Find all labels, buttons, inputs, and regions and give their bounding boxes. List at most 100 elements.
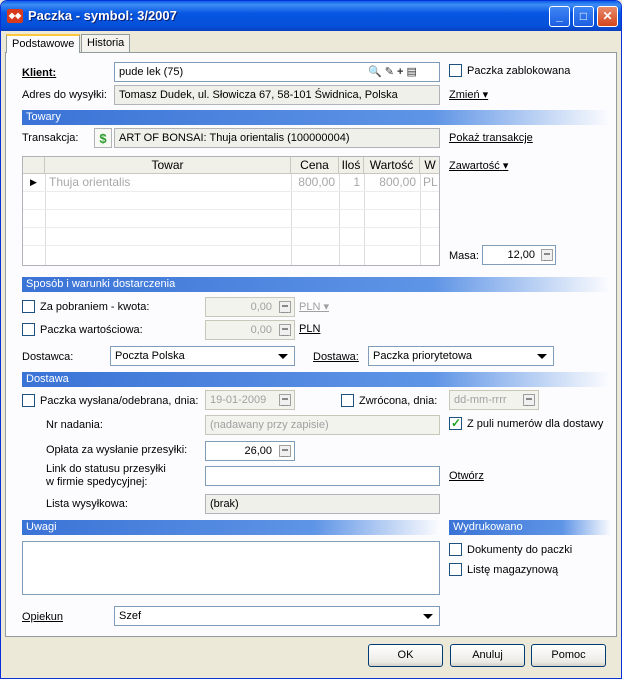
wartosciowa-currency-link[interactable]: PLN: [299, 323, 320, 335]
dostawa-label: Dostawa:: [313, 351, 359, 363]
table-cell-ilosc[interactable]: 1: [339, 174, 360, 191]
col-wartosc[interactable]: Wartość: [364, 157, 420, 174]
lista-wysylkowa-field: (brak): [205, 494, 440, 514]
pobranie-currency: PLN ▾: [299, 300, 329, 313]
chevron-down-icon: [537, 354, 547, 359]
lista-magazynowa-checkbox[interactable]: [449, 563, 462, 576]
row-indicator-header: [23, 157, 45, 174]
chevron-down-icon: ▾: [482, 89, 489, 101]
ok-button[interactable]: OK: [368, 644, 443, 667]
transakcja-value: ART OF BONSAI: Thuja orientalis (1000000…: [119, 132, 350, 144]
klient-label: Klient:: [22, 67, 57, 79]
zwrocona-label: Zwrócona, dnia:: [359, 395, 438, 407]
tab-podstawowe[interactable]: Podstawowe: [6, 34, 81, 53]
calculator-icon: [279, 324, 291, 336]
wyslana-label: Paczka wysłana/odebrana, dnia:: [40, 395, 199, 407]
transakcja-label: Transakcja:: [22, 132, 79, 144]
chevron-down-icon: [278, 354, 288, 359]
zawartosc-link[interactable]: Zawartość ▾: [449, 159, 508, 172]
title-bar[interactable]: ◆◆ Paczka - symbol: 3/2007 _ □ ✕: [1, 1, 621, 31]
otworz-link[interactable]: Otwórz: [449, 470, 484, 482]
dostawa-value: Paczka priorytetowa: [373, 350, 473, 362]
chevron-down-icon: ▾: [502, 160, 509, 172]
pomoc-button[interactable]: Pomoc: [531, 644, 606, 667]
dostawa-select[interactable]: Paczka priorytetowa: [368, 346, 554, 366]
towary-grid[interactable]: Towar Cena Iloś Wartość W ▶ Thuja orient…: [22, 156, 440, 266]
maximize-button[interactable]: □: [573, 6, 594, 27]
adres-value: Tomasz Dudek, ul. Słowicza 67, 58-101 Św…: [119, 89, 398, 101]
tab-historia[interactable]: Historia: [81, 34, 131, 52]
wartosciowa-label: Paczka wartościowa:: [40, 324, 143, 336]
masa-value: 12,00: [507, 249, 535, 261]
wydrukowano-section-header: Wydrukowano: [449, 520, 611, 535]
dokumenty-label: Dokumenty do paczki: [467, 544, 573, 556]
adres-label: Adres do wysyłki:: [22, 89, 107, 101]
oplata-label: Opłata za wysłanie przesyłki:: [46, 444, 188, 456]
uwagi-textarea[interactable]: [22, 541, 440, 595]
table-cell-w[interactable]: PL: [423, 174, 438, 191]
link-status-field[interactable]: [205, 466, 440, 486]
dostawca-value: Poczta Polska: [115, 350, 185, 362]
lista-wysylkowa-value: (brak): [210, 498, 239, 510]
minimize-button[interactable]: _: [549, 6, 570, 27]
add-icon[interactable]: +: [397, 66, 403, 78]
calculator-icon[interactable]: [279, 445, 291, 457]
zawartosc-link-label: Zawartość: [449, 160, 500, 172]
lista-magazynowa-label: Listę magazynową: [467, 564, 559, 576]
app-logo-icon: ◆◆: [7, 9, 23, 23]
col-w[interactable]: W: [420, 157, 439, 174]
nr-nadania-label: Nr nadania:: [46, 419, 103, 431]
lista-wysylkowa-label: Lista wysyłkowa:: [46, 498, 128, 510]
wyslana-date: 19-01-2009: [210, 394, 267, 406]
z-puli-label: Z puli numerów dla dostawy: [467, 418, 604, 430]
adres-field: Tomasz Dudek, ul. Słowicza 67, 58-101 Św…: [114, 85, 440, 105]
link-status-label: Link do statusu przesyłki: [46, 463, 166, 475]
dostawa-section-header: Dostawa: [22, 372, 610, 387]
klient-value: pude lek (75): [119, 66, 184, 78]
col-towar[interactable]: Towar: [45, 157, 291, 174]
table-cell-wartosc[interactable]: 800,00: [364, 174, 416, 191]
wyslana-checkbox[interactable]: [22, 394, 35, 407]
search-icon[interactable]: 🔍: [368, 66, 382, 78]
opiekun-select[interactable]: Szef: [114, 606, 440, 626]
zmien-link[interactable]: Zmień ▾: [449, 88, 488, 101]
calendar-icon: [523, 394, 535, 406]
col-cena[interactable]: Cena: [291, 157, 339, 174]
zmien-link-label: Zmień: [449, 89, 480, 101]
col-ilosc[interactable]: Iloś: [339, 157, 364, 174]
zwrocona-placeholder: dd-mm-rrrr: [454, 394, 507, 406]
close-button[interactable]: ✕: [597, 6, 618, 27]
tab-panel: Klient: pude lek (75) 🔍 ✎ + ▤ Paczka zab…: [5, 52, 617, 637]
dostarczenie-section-header: Sposób i warunki dostarczenia: [22, 277, 610, 292]
transakcja-field: ART OF BONSAI: Thuja orientalis (1000000…: [114, 128, 440, 148]
opiekun-value: Szef: [119, 610, 142, 622]
pobranie-currency-label: PLN: [299, 301, 321, 313]
dokumenty-checkbox[interactable]: [449, 543, 462, 556]
z-puli-checkbox[interactable]: [449, 416, 462, 430]
calculator-icon[interactable]: [541, 249, 553, 261]
list-icon[interactable]: ▤: [407, 66, 417, 78]
table-cell-towar[interactable]: Thuja orientalis: [49, 174, 130, 191]
chevron-down-icon: ▾: [323, 301, 329, 313]
pobranie-checkbox[interactable]: [22, 300, 35, 313]
klient-actions: 🔍 ✎ + ▤: [368, 65, 417, 78]
window: ◆◆ Paczka - symbol: 3/2007 _ □ ✕ Podstaw…: [0, 0, 622, 679]
table-cell-cena[interactable]: 800,00: [291, 174, 335, 191]
pokaz-transakcje-link[interactable]: Pokaż transakcje: [449, 132, 533, 144]
anuluj-button[interactable]: Anuluj: [450, 644, 525, 667]
dollar-icon[interactable]: $: [94, 128, 112, 148]
edit-icon[interactable]: ✎: [385, 66, 394, 78]
chevron-down-icon: [423, 614, 433, 619]
dostawca-select[interactable]: Poczta Polska: [110, 346, 295, 366]
zwrocona-checkbox[interactable]: [341, 394, 354, 407]
pobranie-label: Za pobraniem - kwota:: [40, 301, 150, 313]
calendar-icon: [279, 394, 291, 406]
zablokowana-checkbox[interactable]: [449, 64, 462, 77]
current-row-arrow-icon: ▶: [30, 177, 37, 187]
calculator-icon: [279, 301, 291, 313]
opiekun-label: Opiekun: [22, 611, 63, 623]
wartosciowa-checkbox[interactable]: [22, 323, 35, 336]
masa-label: Masa:: [449, 250, 479, 262]
pobranie-value: 0,00: [250, 301, 272, 313]
uwagi-section-header: Uwagi: [22, 520, 440, 535]
